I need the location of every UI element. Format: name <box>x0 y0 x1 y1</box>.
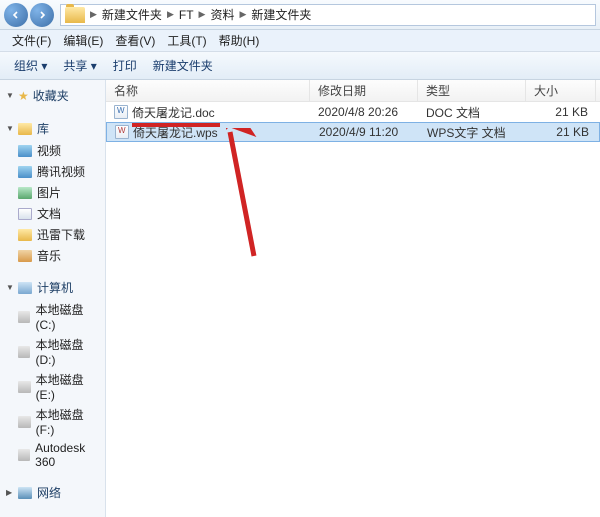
annotation-underline <box>132 123 220 127</box>
file-name-label: 倚天屠龙记.doc <box>132 104 215 121</box>
sidebar-item[interactable]: 文档 <box>0 203 105 224</box>
sidebar-item[interactable]: 视频 <box>0 140 105 161</box>
network-icon <box>18 487 32 499</box>
disk-icon <box>18 346 30 358</box>
menu-help[interactable]: 帮助(H) <box>213 32 266 49</box>
file-row[interactable]: 倚天屠龙记.doc 2020/4/8 20:26DOC 文档21 KB <box>106 102 600 122</box>
toolbar-share[interactable]: 共享 ▾ <box>55 57 104 74</box>
disk-icon <box>18 381 31 393</box>
file-date-cell: 2020/4/9 11:20 <box>311 125 419 139</box>
item-icon <box>18 229 32 241</box>
file-icon <box>115 125 129 139</box>
computer-icon <box>18 282 32 294</box>
chevron-down-icon: ▼ <box>6 91 14 100</box>
sidebar-item-label: 本地磁盘 (C:) <box>35 301 99 332</box>
sidebar-network-label: 网络 <box>37 484 61 501</box>
file-list-pane: 名称 修改日期 类型 大小 倚天屠龙记.doc 2020/4/8 20:26DOC… <box>106 80 600 517</box>
disk-icon <box>18 416 31 428</box>
sidebar-drive-item[interactable]: 本地磁盘 (C:) <box>0 299 105 334</box>
disk-icon <box>18 449 30 461</box>
breadcrumb-path[interactable]: ▶ 新建文件夹 ▶ FT ▶ 资料 ▶ 新建文件夹 <box>60 4 596 26</box>
main-area: ▼ ★ 收藏夹 ▼ 库 视频腾讯视频图片文档迅雷下载音乐 ▼ 计算机 本地磁盘 … <box>0 80 600 517</box>
nav-forward-button[interactable] <box>30 3 54 27</box>
column-type[interactable]: 类型 <box>418 80 526 101</box>
sidebar-drive-item[interactable]: 本地磁盘 (E:) <box>0 369 105 404</box>
column-name[interactable]: 名称 <box>106 80 310 101</box>
menu-file[interactable]: 文件(F) <box>6 32 57 49</box>
sidebar-item-label: 文档 <box>37 205 61 222</box>
file-type-cell: DOC 文档 <box>418 104 526 121</box>
sidebar-favorites[interactable]: ▼ ★ 收藏夹 <box>0 84 105 107</box>
annotation-arrow-icon <box>226 128 266 258</box>
sidebar-drive-item[interactable]: Autodesk 360 <box>0 439 105 471</box>
chevron-down-icon: ▼ <box>6 124 14 133</box>
library-icon <box>18 123 32 135</box>
file-icon <box>114 105 128 119</box>
item-icon <box>18 187 32 199</box>
column-size[interactable]: 大小 <box>526 80 596 101</box>
file-name-cell: 倚天屠龙记.doc <box>106 104 310 121</box>
sidebar-item-label: 音乐 <box>37 247 61 264</box>
chevron-right-icon: ▶ <box>238 9 247 20</box>
chevron-right-icon: ▶ <box>6 488 14 497</box>
file-size-cell: 21 KB <box>526 105 596 119</box>
sidebar-drive-item[interactable]: 本地磁盘 (D:) <box>0 334 105 369</box>
file-size-cell: 21 KB <box>527 125 597 139</box>
chevron-right-icon: ▶ <box>166 9 175 20</box>
sidebar-item-label: 视频 <box>37 142 61 159</box>
item-icon <box>18 208 32 220</box>
menu-edit[interactable]: 编辑(E) <box>57 32 109 49</box>
folder-icon <box>65 7 85 23</box>
menu-view[interactable]: 查看(V) <box>109 32 161 49</box>
sidebar-drive-item[interactable]: 本地磁盘 (F:) <box>0 404 105 439</box>
toolbar-organize[interactable]: 组织 ▾ <box>6 57 55 74</box>
item-icon <box>18 250 32 262</box>
sidebar: ▼ ★ 收藏夹 ▼ 库 视频腾讯视频图片文档迅雷下载音乐 ▼ 计算机 本地磁盘 … <box>0 80 106 517</box>
breadcrumb-segment[interactable]: 新建文件夹 <box>247 6 315 23</box>
sidebar-library[interactable]: ▼ 库 <box>0 117 105 140</box>
item-icon <box>18 145 32 157</box>
sidebar-computer-label: 计算机 <box>37 279 73 296</box>
menu-tools[interactable]: 工具(T) <box>161 32 212 49</box>
star-icon: ★ <box>18 89 29 103</box>
chevron-right-icon: ▶ <box>198 9 207 20</box>
sidebar-item-label: 腾讯视频 <box>37 163 85 180</box>
sidebar-item-label: 迅雷下载 <box>37 226 85 243</box>
sidebar-favorites-label: 收藏夹 <box>33 87 69 104</box>
toolbar-print[interactable]: 打印 <box>105 57 145 74</box>
sidebar-item[interactable]: 音乐 <box>0 245 105 266</box>
sidebar-item-label: 本地磁盘 (F:) <box>36 406 99 437</box>
breadcrumb-segment[interactable]: 资料 <box>206 6 238 23</box>
sidebar-item[interactable]: 图片 <box>0 182 105 203</box>
sidebar-computer[interactable]: ▼ 计算机 <box>0 276 105 299</box>
chevron-right-icon: ▶ <box>89 9 98 20</box>
file-date-cell: 2020/4/8 20:26 <box>310 105 418 119</box>
breadcrumb-segment[interactable]: FT <box>175 8 198 22</box>
sidebar-item-label: 图片 <box>37 184 61 201</box>
toolbar: 组织 ▾ 共享 ▾ 打印 新建文件夹 <box>0 52 600 80</box>
item-icon <box>18 166 32 178</box>
breadcrumb-bar: ▶ 新建文件夹 ▶ FT ▶ 资料 ▶ 新建文件夹 <box>0 0 600 30</box>
sidebar-item[interactable]: 迅雷下载 <box>0 224 105 245</box>
breadcrumb-segment[interactable]: 新建文件夹 <box>98 6 166 23</box>
sidebar-item-label: Autodesk 360 <box>35 441 99 469</box>
sidebar-network[interactable]: ▶ 网络 <box>0 481 105 504</box>
sidebar-item-label: 本地磁盘 (D:) <box>35 336 99 367</box>
menu-bar: 文件(F) 编辑(E) 查看(V) 工具(T) 帮助(H) <box>0 30 600 52</box>
sidebar-item-label: 本地磁盘 (E:) <box>36 371 99 402</box>
column-date[interactable]: 修改日期 <box>310 80 418 101</box>
sidebar-library-label: 库 <box>37 120 49 137</box>
sidebar-item[interactable]: 腾讯视频 <box>0 161 105 182</box>
column-headers: 名称 修改日期 类型 大小 <box>106 80 600 102</box>
chevron-down-icon: ▼ <box>6 283 14 292</box>
file-type-cell: WPS文字 文档 <box>419 124 527 141</box>
disk-icon <box>18 311 30 323</box>
nav-back-button[interactable] <box>4 3 28 27</box>
toolbar-newfolder[interactable]: 新建文件夹 <box>145 57 221 74</box>
